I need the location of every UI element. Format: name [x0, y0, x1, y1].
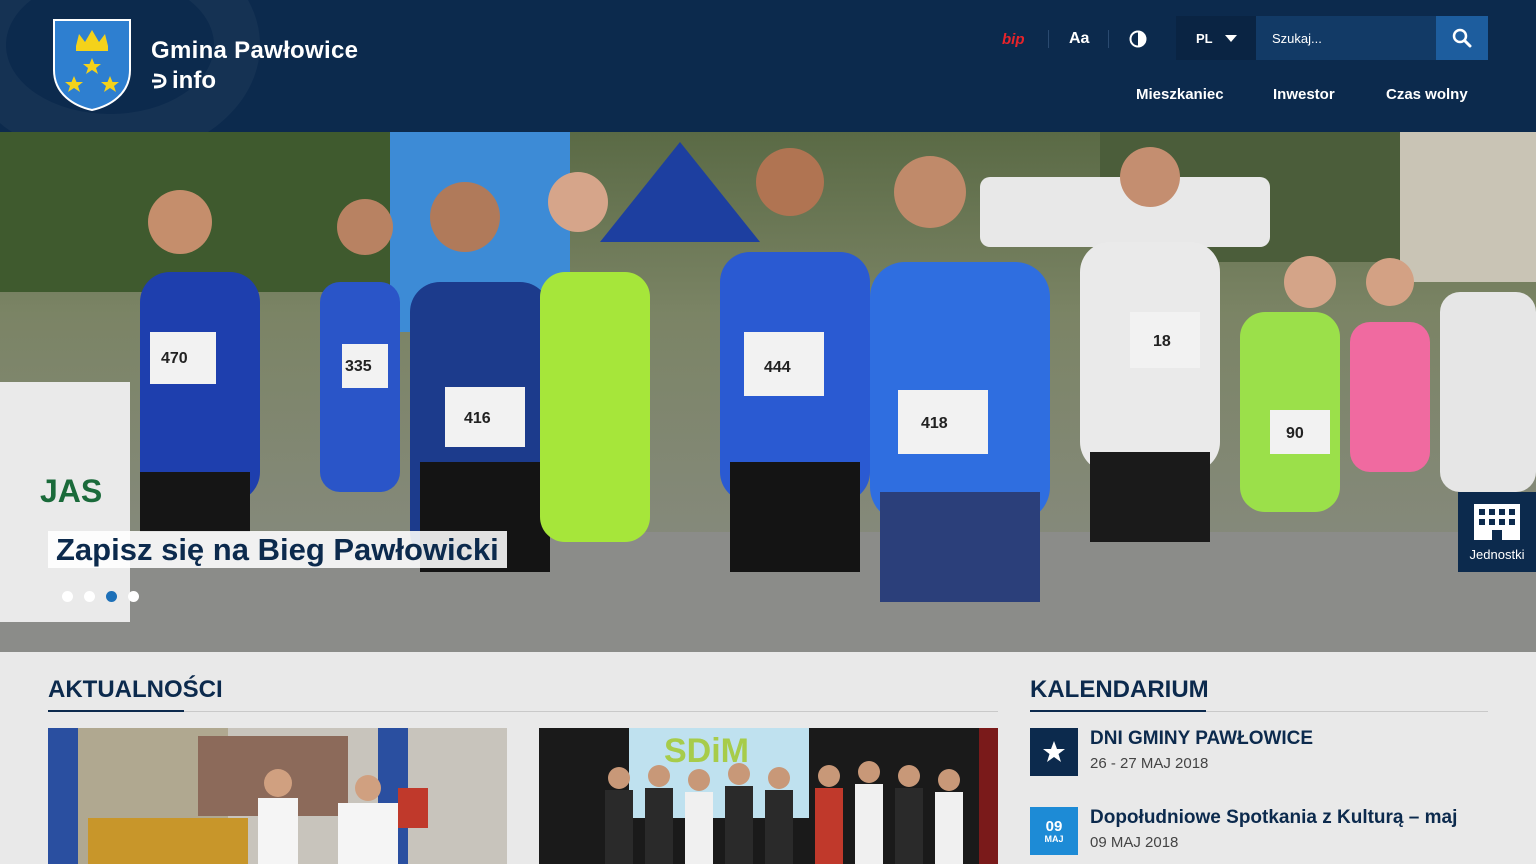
bib-number: 90 [1286, 425, 1304, 442]
news-photo-karate [48, 728, 507, 864]
nav-mieszkaniec[interactable]: Mieszkaniec [1136, 86, 1224, 103]
news-section-title: AKTUALNOŚCI [48, 676, 223, 703]
calendar-section-title: KALENDARIUM [1030, 676, 1209, 703]
chevron-down-icon [1224, 34, 1237, 42]
event-date-badge: 09 MAJ [1030, 807, 1078, 855]
brand-title[interactable]: Gmina Pawłowice [151, 37, 358, 65]
brand-subtitle-text: info [172, 67, 216, 94]
bib-number: 18 [1153, 333, 1171, 350]
hero-photo-runners: JAS 470 335 416 444 418 18 90 [0, 132, 1536, 652]
font-size-toggle[interactable]: Aa [1069, 28, 1089, 50]
coat-of-arms-logo[interactable] [52, 18, 132, 112]
bip-label: bip [1002, 30, 1025, 48]
event-date: 26 - 27 MAJ 2018 [1090, 755, 1209, 772]
search-input[interactable] [1256, 16, 1436, 60]
arrow-logo-icon [152, 73, 167, 89]
news-card[interactable]: SDiM [539, 728, 998, 864]
language-select[interactable]: PL [1176, 16, 1256, 60]
bib-number: 470 [161, 350, 188, 367]
bib-number: 335 [345, 358, 372, 375]
title-underline [1030, 710, 1206, 712]
hero-caption[interactable]: Zapisz się na Bieg Pawłowicki [48, 531, 507, 568]
svg-text:JAS: JAS [40, 473, 102, 509]
bib-number: 416 [464, 410, 491, 427]
contrast-toggle[interactable] [1129, 28, 1147, 50]
search-icon [1452, 28, 1472, 48]
divider [48, 711, 998, 712]
slider-dot-active[interactable] [106, 591, 117, 602]
nav-inwestor[interactable]: Inwestor [1273, 86, 1335, 103]
event-badge [1030, 728, 1078, 776]
event-month: MAJ [1044, 833, 1064, 844]
star-icon [1043, 741, 1065, 762]
jednostki-button[interactable]: Jednostki [1458, 492, 1536, 572]
contrast-icon [1129, 30, 1147, 48]
bib-number: 418 [921, 415, 948, 432]
bib-number: 444 [764, 359, 791, 376]
divider [1048, 30, 1049, 48]
jednostki-label: Jednostki [1469, 547, 1525, 562]
news-photo-sdim: SDiM [539, 728, 998, 864]
event-title[interactable]: Dopołudniowe Spotkania z Kulturą – maj [1090, 807, 1457, 829]
slider-dot[interactable] [62, 591, 73, 602]
divider [1108, 30, 1109, 48]
calendar-event[interactable]: DNI GMINY PAWŁOWICE 26 - 27 MAJ 2018 [1030, 728, 1313, 776]
event-day: 09 [1045, 817, 1063, 835]
slider-dot[interactable] [128, 591, 139, 602]
site-header: Gmina Pawłowice info bip Aa PL Mieszkani… [0, 0, 1536, 132]
calendar-event[interactable]: 09 MAJ Dopołudniowe Spotkania z Kulturą … [1030, 807, 1457, 855]
title-underline [48, 710, 184, 712]
hero-slider[interactable]: JAS 470 335 416 444 418 18 90 [0, 132, 1536, 652]
news-card[interactable] [48, 728, 507, 864]
slider-dots [62, 591, 139, 602]
building-icon [1474, 504, 1520, 540]
event-date: 09 MAJ 2018 [1090, 834, 1179, 851]
brand-subtitle[interactable]: info [151, 67, 216, 95]
event-title[interactable]: DNI GMINY PAWŁOWICE [1090, 728, 1313, 750]
bip-link[interactable]: bip [1002, 28, 1025, 50]
search-button[interactable] [1436, 16, 1488, 60]
language-value: PL [1196, 30, 1213, 46]
slider-dot[interactable] [84, 591, 95, 602]
nav-czas-wolny[interactable]: Czas wolny [1386, 86, 1468, 103]
